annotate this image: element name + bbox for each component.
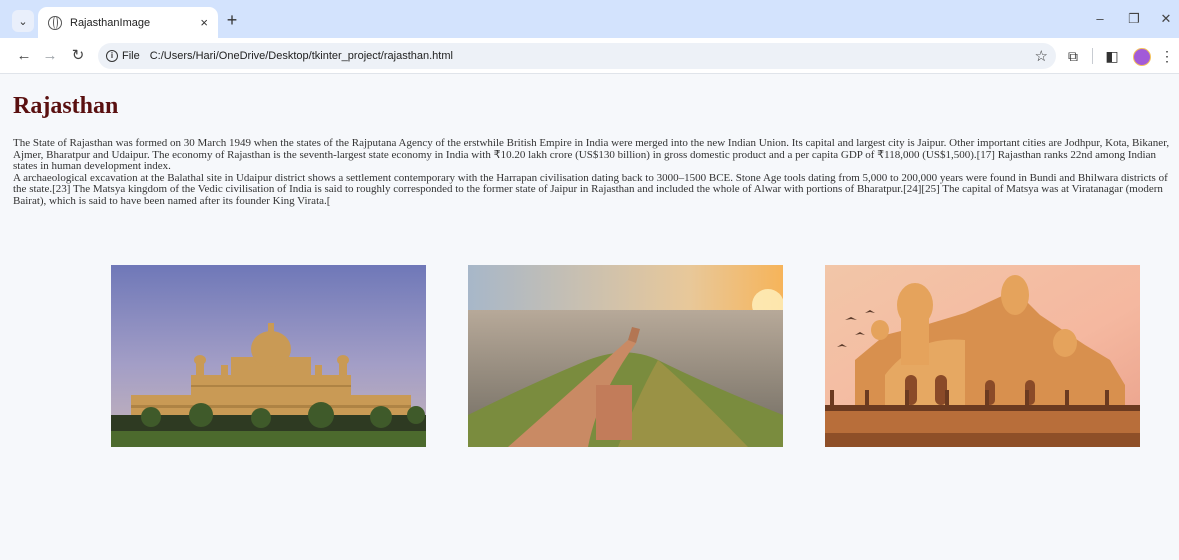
tab-title: RajasthanImage — [70, 16, 151, 29]
side-panel-icon[interactable]: ◧ — [1103, 48, 1121, 64]
close-window-icon[interactable]: ✕ — [1156, 11, 1176, 27]
intro-text: The State of Rajasthan was formed on 30 … — [13, 137, 1179, 207]
back-arrow-icon[interactable]: ← — [14, 47, 34, 65]
tab-close-icon[interactable]: × — [200, 15, 208, 30]
fort-wall-photo — [468, 265, 783, 447]
profile-avatar[interactable] — [1133, 48, 1151, 66]
info-icon[interactable]: i — [106, 50, 118, 62]
page-content: Rajasthan The State of Rajasthan was for… — [0, 75, 1179, 560]
address-bar[interactable]: i File C:/Users/Hari/OneDrive/Desktop/tk… — [98, 43, 1056, 69]
tab-strip: ⌄ RajasthanImage × + – ❐ ✕ — [0, 0, 1179, 38]
bookmark-star-icon[interactable]: ☆ — [1035, 47, 1048, 65]
paragraph-archaeology: A archaeological excavation at the Balat… — [13, 171, 1168, 207]
toolbar-divider — [1092, 48, 1093, 64]
reload-icon[interactable]: ↻ — [68, 47, 88, 65]
restore-icon[interactable]: ❐ — [1124, 11, 1144, 27]
url-scheme: File — [122, 50, 140, 62]
browser-toolbar: ← → ↻ i File C:/Users/Hari/OneDrive/Desk… — [0, 38, 1179, 74]
palace-photo — [111, 265, 426, 447]
minimize-icon[interactable]: – — [1090, 11, 1110, 26]
forward-arrow-icon[interactable]: → — [40, 47, 60, 65]
extensions-puzzle-icon[interactable]: ⧉ — [1064, 48, 1082, 64]
paragraph-history: The State of Rajasthan was formed on 30 … — [13, 137, 1170, 172]
globe-icon — [48, 15, 62, 30]
new-tab-button[interactable]: + — [222, 10, 242, 30]
page-title: Rajasthan — [13, 93, 119, 119]
ornate-palace-photo — [825, 265, 1140, 447]
menu-kebab-icon[interactable]: ⋮ — [1158, 48, 1176, 64]
tab-search-chevron-icon[interactable]: ⌄ — [12, 10, 34, 32]
browser-tab[interactable]: RajasthanImage × — [38, 7, 218, 38]
url-text[interactable]: C:/Users/Hari/OneDrive/Desktop/tkinter_p… — [150, 50, 453, 62]
